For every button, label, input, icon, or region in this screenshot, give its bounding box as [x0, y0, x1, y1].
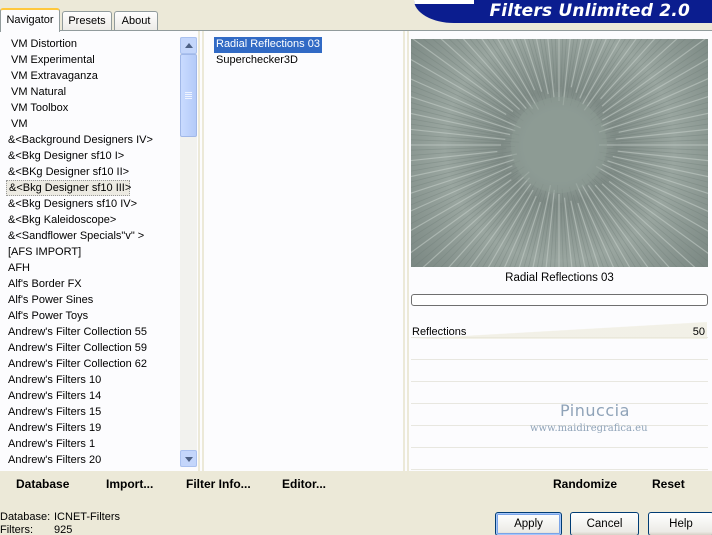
category-item[interactable]: Alf's Border FX — [6, 276, 180, 292]
preview-center — [511, 97, 607, 193]
apply-button[interactable]: Apply — [495, 512, 562, 535]
category-item[interactable]: [AFS IMPORT] — [6, 244, 180, 260]
category-item[interactable]: AFH — [6, 260, 180, 276]
divider — [198, 31, 200, 471]
preview-ray — [601, 39, 678, 107]
category-item[interactable]: &<BKg Designer sf10 II> — [6, 164, 180, 180]
reset-button[interactable]: Reset — [652, 477, 685, 491]
category-item[interactable]: VM Toolbox — [6, 100, 180, 116]
cancel-button[interactable]: Cancel — [570, 512, 639, 535]
filter-preview — [411, 39, 708, 267]
category-item[interactable]: Alf's Power Sines — [6, 292, 180, 308]
preview-ray — [411, 146, 516, 151]
preview-ray — [412, 39, 514, 112]
category-item[interactable]: Andrew's Filters 15 — [6, 404, 180, 420]
category-item[interactable]: Andrew's Filters 10 — [6, 372, 180, 388]
category-item[interactable]: VM Distortion — [6, 36, 180, 52]
category-item[interactable]: Andrew's Filters 1 — [6, 436, 180, 452]
status-info: Database: ICNET-Filters Filters: 925 — [0, 511, 120, 535]
preview-ray — [411, 72, 509, 121]
scroll-up-icon[interactable] — [180, 37, 197, 54]
status-database-label: Database: — [0, 511, 51, 523]
preview-ray — [599, 151, 708, 172]
category-item[interactable]: VM Natural — [6, 84, 180, 100]
preview-ray — [411, 44, 524, 122]
category-item[interactable]: Andrew's Filter Collection 62 — [6, 356, 180, 372]
category-item[interactable]: &<Sandflower Specials"v" > — [6, 228, 180, 244]
preview-filter-name: Radial Reflections 03 — [505, 272, 614, 284]
preview-ray — [608, 180, 708, 254]
category-item[interactable]: Andrew's Filters 14 — [6, 388, 180, 404]
divider — [407, 31, 409, 471]
category-item[interactable]: Andrew's Filter Collection 55 — [6, 324, 180, 340]
radial-reflections-preview-image — [411, 39, 708, 267]
filter-item[interactable]: Radial Reflections 03 — [214, 37, 322, 53]
watermark-name: Pinuccia — [560, 401, 630, 420]
category-item[interactable]: &<Bkg Designer sf10 I> — [6, 148, 180, 164]
navigator-panel: VM Distortion VM Experimental VM Extravaga… — [0, 30, 712, 497]
tab-about[interactable]: About — [114, 11, 158, 31]
app-title: Filters Unlimited 2.0 — [489, 1, 690, 21]
category-item[interactable]: VM Extravaganza — [6, 68, 180, 84]
param-value: 50 — [692, 326, 705, 338]
tab-presets[interactable]: Presets — [62, 11, 112, 31]
category-item[interactable]: Andrew's Filter Collection 59 — [6, 340, 180, 356]
status-filters-value: 925 — [54, 524, 73, 535]
editor-button[interactable]: Editor... — [282, 477, 326, 491]
navigator-toolbar: Database Import... Filter Info... Editor… — [0, 471, 712, 497]
preview-ray — [575, 183, 614, 267]
title-banner: Filters Unlimited 2.0 — [414, 0, 712, 23]
category-item[interactable]: Alf's Power Toys — [6, 308, 180, 324]
help-button[interactable]: Help — [648, 512, 712, 535]
category-item[interactable]: Andrew's Filters 19 — [6, 420, 180, 436]
scroll-down-icon[interactable] — [180, 450, 197, 467]
preview-ray — [499, 187, 539, 267]
progress-bar — [411, 294, 708, 306]
preview-ray — [612, 146, 708, 151]
status-database-value: ICNET-Filters — [54, 511, 120, 523]
category-list[interactable]: VM Distortion VM Experimental VM Extravaga… — [6, 36, 180, 468]
filter-item[interactable]: Superchecker3D — [214, 53, 300, 69]
category-item[interactable]: VM — [6, 116, 180, 132]
filter-info-button[interactable]: Filter Info... — [186, 477, 251, 491]
category-item[interactable]: VM Experimental — [6, 52, 180, 68]
status-filters-label: Filters: — [0, 524, 33, 535]
category-item[interactable]: &<Bkg Kaleidoscope> — [6, 212, 180, 228]
tab-navigator[interactable]: Navigator — [0, 8, 60, 32]
param-row-empty — [411, 448, 708, 470]
randomize-button[interactable]: Randomize — [553, 477, 617, 491]
divider — [403, 31, 405, 471]
database-button[interactable]: Database — [16, 477, 69, 491]
watermark-url: www.maidiregrafica.eu — [530, 423, 648, 434]
category-scrollbar[interactable] — [180, 37, 197, 467]
category-item[interactable]: &<Bkg Designers sf10 IV> — [6, 196, 180, 212]
category-item[interactable]: &<Background Designers IV> — [6, 132, 180, 148]
divider — [202, 31, 204, 471]
preview-ray — [411, 139, 511, 144]
category-item[interactable]: &<Bkg Designer sf10 III> — [6, 180, 131, 196]
import-button[interactable]: Import... — [106, 477, 153, 491]
param-name: Reflections — [412, 326, 467, 338]
preview-ray — [579, 39, 607, 99]
scroll-thumb[interactable] — [180, 54, 197, 137]
param-row-reflections[interactable]: Reflections 50 — [411, 312, 708, 339]
param-row-empty — [411, 338, 708, 360]
category-item[interactable]: Andrew's Filters 20 — [6, 452, 180, 468]
preview-ray — [551, 39, 556, 84]
preview-ray — [608, 51, 708, 115]
filter-list[interactable]: Radial Reflections 03 Superchecker3D — [214, 37, 394, 69]
param-row-empty — [411, 360, 708, 382]
